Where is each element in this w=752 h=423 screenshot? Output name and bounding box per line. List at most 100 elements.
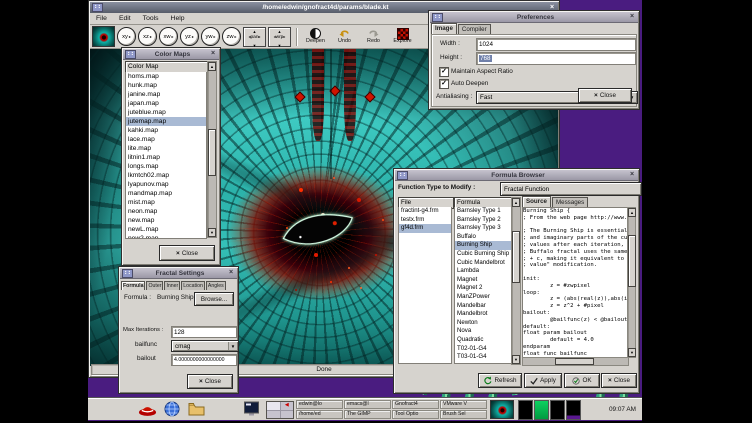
formula-item[interactable]: Magnet 2 [455,284,511,293]
formula-item[interactable]: Mandelbrot [455,310,511,319]
color-swatch[interactable] [566,400,581,420]
direction-pad[interactable]: pan [243,27,266,47]
task-button[interactable]: /home/ed [296,410,343,419]
titlebar[interactable]: Formula Browser [395,170,638,181]
menu-item[interactable]: File [90,15,113,22]
bailout-field[interactable]: 4.0000000000000000 [171,354,237,366]
function-type-dropdown[interactable]: Fractal Function [500,182,642,196]
formula-item[interactable]: Nova [455,327,511,336]
menu-item[interactable]: Help [165,15,191,22]
web-browser-icon[interactable] [164,401,180,421]
axis-rotate-button[interactable]: xw [159,27,178,46]
color-map-item[interactable]: litnin1.map [126,153,206,162]
color-map-item[interactable]: lkmtch02.map [126,171,206,180]
close-button[interactable]: Close [578,88,632,103]
max-iterations-field[interactable]: 128 [171,326,237,338]
titlebar[interactable]: Preferences [430,12,638,23]
color-map-item[interactable]: kahki.map [126,126,206,135]
color-swatch[interactable] [534,400,549,420]
task-button[interactable]: The GIMP [344,410,391,419]
scrollbar-thumb[interactable] [555,358,595,365]
color-map-item[interactable]: lite.map [126,144,206,153]
formula-item[interactable]: Buffalo [455,233,511,242]
red-hat-menu-icon[interactable] [138,401,157,421]
menu-item[interactable]: Edit [113,15,137,22]
file-item[interactable]: testx.frm [399,216,451,225]
bailfunc-dropdown[interactable]: cmag [171,340,239,352]
formula-item[interactable]: Cubic Mandelbrot [455,259,511,268]
formula-item[interactable]: ManZPower [455,293,511,302]
color-map-item[interactable]: new2.map [126,234,206,239]
task-button[interactable]: Brush Sel [440,410,487,419]
color-map-item[interactable]: jutemap.map [126,117,206,126]
vertical-scrollbar[interactable] [511,197,521,365]
auto-deepen-checkbox[interactable] [439,79,449,89]
window-menu-icon[interactable] [122,269,133,278]
workspace-cell[interactable] [281,411,294,419]
color-map-item[interactable]: janine.map [126,90,206,99]
color-map-item[interactable]: homs.map [126,72,206,81]
window-menu-icon[interactable] [92,3,103,12]
vertical-scrollbar[interactable] [627,207,636,358]
close-button[interactable]: Close [159,245,215,261]
formula-item[interactable]: Lambda [455,267,511,276]
arrow-down-icon[interactable] [278,40,282,48]
undo-button[interactable]: Undo [331,26,358,47]
color-map-item[interactable]: mist.map [126,198,206,207]
formula-item[interactable]: T02-01-G4 [455,345,511,354]
axis-rotate-button[interactable]: yz [180,27,199,46]
color-map-item[interactable]: neon.map [126,207,206,216]
tab[interactable]: Inner [164,281,180,290]
file-item[interactable]: gf4d.frm [399,224,451,233]
arrow-up-icon[interactable] [278,26,282,34]
workspace-cell[interactable] [267,402,280,410]
scrollbar-thumb[interactable] [628,235,636,288]
task-button[interactable]: VMware V [440,400,487,409]
formula-item[interactable]: Barnsley Type 3 [455,224,511,233]
color-map-item[interactable]: juteblue.map [126,108,206,117]
workspace-pager[interactable] [266,401,294,419]
formula-item[interactable]: Mandelbar [455,302,511,311]
color-map-item[interactable]: new.map [126,216,206,225]
formula-item[interactable]: Burning Ship [455,241,511,250]
color-map-item[interactable]: longs.map [126,162,206,171]
workspace-cell[interactable] [267,411,280,419]
titlebar[interactable]: Fractal Settings [120,268,237,279]
color-map-item[interactable]: mandmap.map [126,189,206,198]
color-map-item[interactable]: japan.map [126,99,206,108]
formula-item[interactable]: Barnsley Type 2 [455,216,511,225]
color-map-item[interactable]: newL.map [126,225,206,234]
axis-rotate-button[interactable]: zw [222,27,241,46]
width-field[interactable]: 1024 [476,38,636,51]
tab[interactable]: Source [522,196,551,207]
task-button[interactable]: Gnofract4 [392,400,439,409]
scrollbar-thumb[interactable] [208,129,216,177]
formula-item[interactable]: Newton [455,319,511,328]
tab[interactable]: Formula [121,281,145,290]
apply-button[interactable]: Apply [524,373,562,388]
maintain-aspect-checkbox[interactable] [439,67,449,77]
close-icon[interactable] [227,269,235,277]
color-swatch[interactable] [518,400,533,420]
formula-item[interactable]: Magnet [455,276,511,285]
task-button[interactable]: emacs@l [344,400,391,409]
formula-item[interactable]: Barnsley Type 1 [455,207,511,216]
refresh-button[interactable]: Refresh [478,373,522,388]
color-map-item[interactable]: lace.map [126,135,206,144]
scroll-down-icon[interactable] [512,355,520,364]
color-map-item[interactable]: lyapunov.map [126,180,206,189]
scroll-down-icon[interactable] [628,348,636,357]
close-button[interactable]: Close [187,374,233,389]
deepen-button[interactable]: Deepen [302,26,329,47]
window-menu-icon[interactable] [397,171,408,180]
close-button[interactable]: Close [601,373,637,388]
window-menu-icon[interactable] [432,13,443,22]
tab[interactable]: Angles [206,281,226,290]
file-item[interactable]: fractint-g4.frm [399,207,451,216]
color-swatch[interactable] [550,400,565,420]
close-icon[interactable] [209,50,217,58]
titlebar[interactable]: Color Maps [123,49,219,60]
arrow-down-icon[interactable] [253,40,257,48]
scroll-up-icon[interactable] [512,198,520,207]
tab[interactable]: Image [431,23,457,34]
